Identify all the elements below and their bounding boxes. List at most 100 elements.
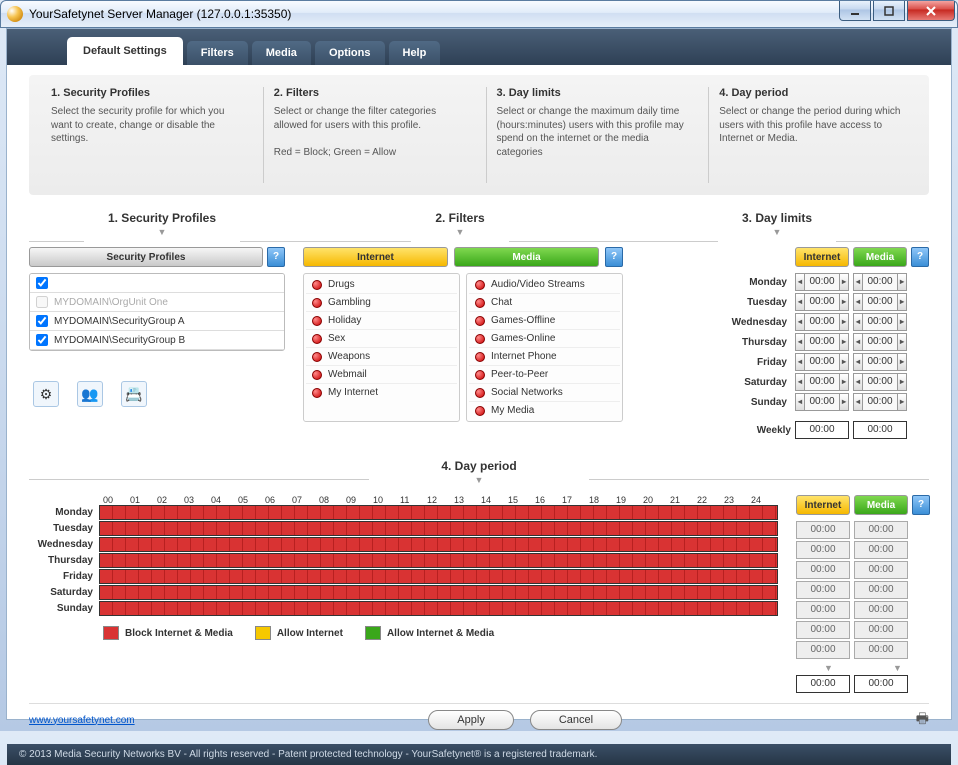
filter-item[interactable]: Chat — [469, 294, 620, 312]
media-limit-spinner[interactable]: ◂00:00▸ — [853, 353, 907, 371]
dayperiod-total-internet[interactable]: 00:00 — [796, 675, 850, 693]
dayperiod-row: Friday — [29, 569, 778, 584]
spinner-up-icon[interactable]: ▸ — [897, 333, 907, 351]
spinner-down-icon[interactable]: ◂ — [853, 333, 863, 351]
filter-item[interactable]: Social Networks — [469, 384, 620, 402]
tab-default-settings[interactable]: Default Settings — [67, 37, 183, 65]
internet-limit-spinner[interactable]: ◂00:00▸ — [795, 373, 849, 391]
status-led-icon — [312, 334, 322, 344]
dayperiod-bar[interactable] — [99, 569, 778, 584]
profile-item[interactable]: MYDOMAIN\SecurityGroup B — [30, 331, 284, 350]
spinner-down-icon[interactable]: ◂ — [795, 293, 805, 311]
filter-item[interactable]: Games-Online — [469, 330, 620, 348]
spinner-down-icon[interactable]: ◂ — [853, 393, 863, 411]
spinner-down-icon[interactable]: ◂ — [853, 293, 863, 311]
cancel-button[interactable]: Cancel — [530, 710, 622, 730]
internet-limit-spinner[interactable]: ◂00:00▸ — [795, 353, 849, 371]
help-button[interactable]: ? — [267, 247, 285, 267]
hour-label: 00 — [103, 495, 130, 505]
filter-item[interactable]: Internet Phone — [469, 348, 620, 366]
spinner-up-icon[interactable]: ▸ — [897, 353, 907, 371]
spinner-up-icon[interactable]: ▸ — [897, 293, 907, 311]
window-maximize-button[interactable] — [873, 1, 905, 21]
dayperiod-bar[interactable] — [99, 505, 778, 520]
filter-item[interactable]: Audio/Video Streams — [469, 276, 620, 294]
spinner-up-icon[interactable]: ▸ — [897, 373, 907, 391]
spinner-down-icon[interactable]: ◂ — [795, 393, 805, 411]
media-limit-spinner[interactable]: ◂00:00▸ — [853, 273, 907, 291]
filter-item[interactable]: My Internet — [306, 384, 457, 401]
help-button[interactable]: ? — [911, 247, 929, 267]
apply-button[interactable]: Apply — [428, 710, 514, 730]
settings-icon-button[interactable]: ⚙ — [33, 381, 59, 407]
spinner-up-icon[interactable]: ▸ — [839, 313, 849, 331]
tab-help[interactable]: Help — [389, 41, 441, 65]
spinner-up-icon[interactable]: ▸ — [897, 273, 907, 291]
media-limit-spinner[interactable]: ◂00:00▸ — [853, 373, 907, 391]
tab-filters[interactable]: Filters — [187, 41, 248, 65]
spinner-down-icon[interactable]: ◂ — [853, 373, 863, 391]
spinner-up-icon[interactable]: ▸ — [839, 293, 849, 311]
spinner-up-icon[interactable]: ▸ — [897, 313, 907, 331]
profile-checkbox[interactable] — [36, 315, 48, 327]
dayperiod-bar[interactable] — [99, 537, 778, 552]
spinner-up-icon[interactable]: ▸ — [897, 393, 907, 411]
profile-checkbox[interactable] — [36, 296, 48, 308]
window-close-button[interactable] — [907, 1, 955, 21]
spinner-down-icon[interactable]: ◂ — [853, 273, 863, 291]
filter-item[interactable]: Games-Offline — [469, 312, 620, 330]
spinner-down-icon[interactable]: ◂ — [853, 313, 863, 331]
website-link[interactable]: www.yoursafetynet.com — [29, 715, 135, 726]
dayperiod-bar[interactable] — [99, 521, 778, 536]
dayperiod-total-media[interactable]: 00:00 — [854, 675, 908, 693]
badge-icon-button[interactable]: 📇 — [121, 381, 147, 407]
internet-limit-spinner[interactable]: ◂00:00▸ — [795, 333, 849, 351]
users-icon-button[interactable]: 👥 — [77, 381, 103, 407]
weekly-internet-value[interactable]: 00:00 — [795, 421, 849, 439]
media-limit-spinner[interactable]: ◂00:00▸ — [853, 313, 907, 331]
profile-item[interactable]: MYDOMAIN\SecurityGroup A — [30, 312, 284, 331]
internet-limit-spinner[interactable]: ◂00:00▸ — [795, 313, 849, 331]
spinner-up-icon[interactable]: ▸ — [839, 333, 849, 351]
spinner-up-icon[interactable]: ▸ — [839, 393, 849, 411]
tab-options[interactable]: Options — [315, 41, 385, 65]
profile-item[interactable] — [30, 274, 284, 293]
help-button[interactable]: ? — [912, 495, 930, 515]
filter-item[interactable]: My Media — [469, 402, 620, 419]
filter-item[interactable]: Weapons — [306, 348, 457, 366]
profile-checkbox[interactable] — [36, 334, 48, 346]
weekly-media-value[interactable]: 00:00 — [853, 421, 907, 439]
spinner-down-icon[interactable]: ◂ — [795, 333, 805, 351]
spinner-down-icon[interactable]: ◂ — [853, 353, 863, 371]
tab-media[interactable]: Media — [252, 41, 311, 65]
spinner-down-icon[interactable]: ◂ — [795, 353, 805, 371]
filter-item[interactable]: Webmail — [306, 366, 457, 384]
status-led-icon — [312, 280, 322, 290]
internet-limit-spinner[interactable]: ◂00:00▸ — [795, 393, 849, 411]
window-minimize-button[interactable] — [839, 1, 871, 21]
help-button[interactable]: ? — [605, 247, 623, 267]
profile-item[interactable]: MYDOMAIN\OrgUnit One — [30, 293, 284, 312]
spinner-up-icon[interactable]: ▸ — [839, 373, 849, 391]
spinner-up-icon[interactable]: ▸ — [839, 273, 849, 291]
profile-checkbox[interactable] — [36, 277, 48, 289]
filter-item[interactable]: Sex — [306, 330, 457, 348]
dayperiod-bar[interactable] — [99, 601, 778, 616]
spinner-down-icon[interactable]: ◂ — [795, 373, 805, 391]
media-limit-spinner[interactable]: ◂00:00▸ — [853, 293, 907, 311]
dayperiod-bar[interactable] — [99, 553, 778, 568]
media-limit-spinner[interactable]: ◂00:00▸ — [853, 333, 907, 351]
filter-item[interactable]: Gambling — [306, 294, 457, 312]
filter-item[interactable]: Holiday — [306, 312, 457, 330]
media-limit-spinner[interactable]: ◂00:00▸ — [853, 393, 907, 411]
internet-limit-spinner[interactable]: ◂00:00▸ — [795, 293, 849, 311]
print-icon[interactable]: 🖶 — [916, 708, 929, 732]
filter-item[interactable]: Drugs — [306, 276, 457, 294]
spinner-up-icon[interactable]: ▸ — [839, 353, 849, 371]
spinner-down-icon[interactable]: ◂ — [795, 313, 805, 331]
spinner-down-icon[interactable]: ◂ — [795, 273, 805, 291]
dayperiod-bar[interactable] — [99, 585, 778, 600]
filter-label: Drugs — [328, 279, 355, 290]
filter-item[interactable]: Peer-to-Peer — [469, 366, 620, 384]
internet-limit-spinner[interactable]: ◂00:00▸ — [795, 273, 849, 291]
